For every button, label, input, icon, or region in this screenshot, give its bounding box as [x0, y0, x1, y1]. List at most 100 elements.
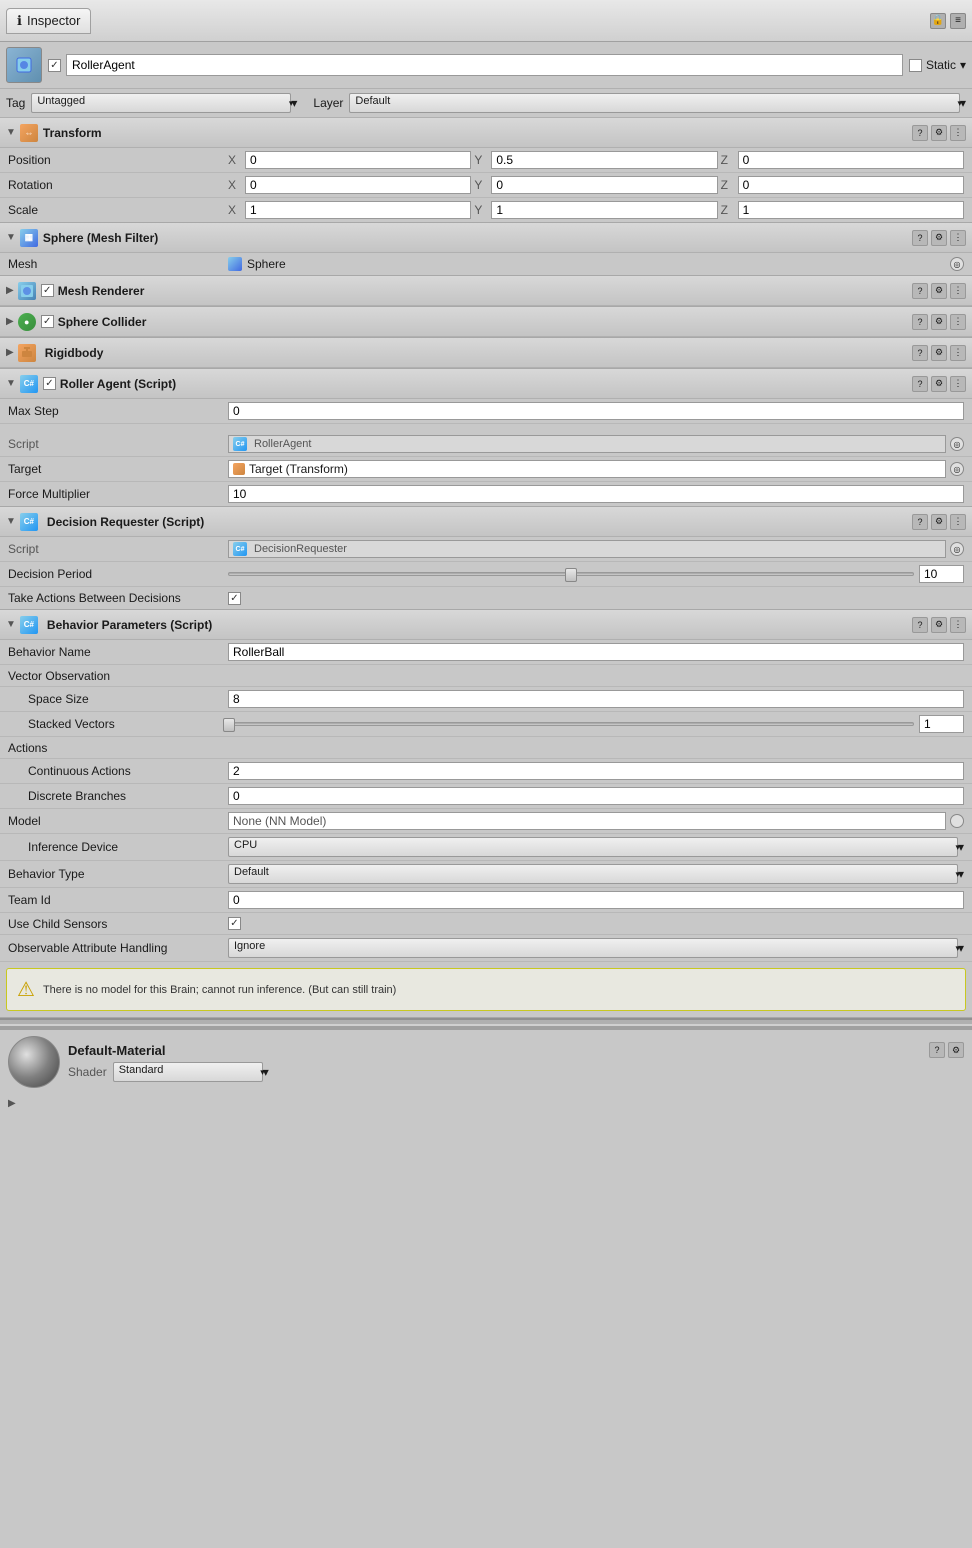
- behavior-name-input[interactable]: [228, 643, 964, 661]
- mesh-filter-menu-icon[interactable]: ⋮: [950, 230, 966, 246]
- script-ref-circle[interactable]: ◎: [950, 437, 964, 451]
- behavior-params-title: Behavior Parameters (Script): [47, 618, 912, 632]
- decision-requester-header[interactable]: ▼ C# Decision Requester (Script) ? ⚙ ⋮: [0, 507, 972, 537]
- mesh-renderer-help-icon[interactable]: ?: [912, 283, 928, 299]
- rot-z-input[interactable]: [738, 176, 964, 194]
- behavior-params-menu-icon[interactable]: ⋮: [950, 617, 966, 633]
- pos-x-input[interactable]: [245, 151, 471, 169]
- mesh-renderer-header-icons: ? ⚙ ⋮: [912, 283, 966, 299]
- decision-requester-settings-icon[interactable]: ⚙: [931, 514, 947, 530]
- sphere-collider-help-icon[interactable]: ?: [912, 314, 928, 330]
- discrete-branches-input[interactable]: [228, 787, 964, 805]
- take-actions-checkbox[interactable]: [228, 592, 241, 605]
- team-id-value: [228, 891, 964, 909]
- rot-y-input[interactable]: [491, 176, 717, 194]
- mesh-filter-settings-icon[interactable]: ⚙: [931, 230, 947, 246]
- use-child-sensors-checkbox[interactable]: [228, 917, 241, 930]
- gameobject-name-input[interactable]: [66, 54, 903, 76]
- material-header-icons: ? ⚙: [929, 1042, 964, 1058]
- roller-agent-menu-icon[interactable]: ⋮: [950, 376, 966, 392]
- space-size-label: Space Size: [8, 692, 228, 706]
- transform-help-icon[interactable]: ?: [912, 125, 928, 141]
- behavior-params-help-icon[interactable]: ?: [912, 617, 928, 633]
- tag-value: Untagged: [37, 95, 85, 107]
- scl-z-input[interactable]: [738, 201, 964, 219]
- roller-agent-enable-checkbox[interactable]: [43, 377, 56, 390]
- decision-requester-menu-icon[interactable]: ⋮: [950, 514, 966, 530]
- team-id-input[interactable]: [228, 891, 964, 909]
- scl-y-input[interactable]: [491, 201, 717, 219]
- model-ref-circle[interactable]: [950, 814, 964, 828]
- material-expand-arrow[interactable]: ▶: [8, 1098, 16, 1109]
- rot-y-label: Y: [474, 178, 488, 192]
- mesh-ref-circle[interactable]: ◎: [950, 257, 964, 271]
- pos-z-input[interactable]: [738, 151, 964, 169]
- target-ref-circle[interactable]: ◎: [950, 462, 964, 476]
- space-size-input[interactable]: [228, 690, 964, 708]
- lock-icon[interactable]: 🔒: [930, 13, 946, 29]
- decision-period-slider-thumb[interactable]: [565, 568, 577, 582]
- roller-agent-collapse-arrow: ▼: [6, 378, 16, 389]
- observable-attr-select[interactable]: Ignore: [228, 938, 958, 958]
- rigidbody-header[interactable]: ▶ Rigidbody ? ⚙ ⋮: [0, 338, 972, 368]
- static-dropdown-arrow[interactable]: ▾: [960, 58, 966, 72]
- tag-select[interactable]: Untagged: [31, 93, 291, 113]
- sphere-collider-header[interactable]: ▶ ● Sphere Collider ? ⚙ ⋮: [0, 307, 972, 337]
- force-multiplier-input[interactable]: [228, 485, 964, 503]
- stacked-vectors-value-input[interactable]: [919, 715, 964, 733]
- decision-script-ref-circle[interactable]: ◎: [950, 542, 964, 556]
- rigidbody-collapse-arrow: ▶: [6, 347, 14, 358]
- mesh-filter-header[interactable]: ▼ ▦ Sphere (Mesh Filter) ? ⚙ ⋮: [0, 223, 972, 253]
- material-preview-ball: [8, 1036, 60, 1088]
- force-multiplier-value: [228, 485, 964, 503]
- stacked-vectors-slider-thumb[interactable]: [223, 718, 235, 732]
- max-step-label: Max Step: [8, 404, 228, 418]
- behavior-params-settings-icon[interactable]: ⚙: [931, 617, 947, 633]
- mesh-renderer-menu-icon[interactable]: ⋮: [950, 283, 966, 299]
- observable-attr-row: Observable Attribute Handling Ignore ▾: [0, 935, 972, 962]
- roller-agent-help-icon[interactable]: ?: [912, 376, 928, 392]
- layer-select[interactable]: Default: [349, 93, 960, 113]
- rigidbody-menu-icon[interactable]: ⋮: [950, 345, 966, 361]
- mesh-renderer-enable-checkbox[interactable]: [41, 284, 54, 297]
- decision-period-value-input[interactable]: [919, 565, 964, 583]
- transform-settings-icon[interactable]: ⚙: [931, 125, 947, 141]
- transform-icon: ⇔: [20, 124, 38, 142]
- scl-x-input[interactable]: [245, 201, 471, 219]
- mesh-renderer-header[interactable]: ▶ Mesh Renderer ? ⚙ ⋮: [0, 276, 972, 306]
- sphere-collider-settings-icon[interactable]: ⚙: [931, 314, 947, 330]
- stacked-vectors-slider-track[interactable]: [228, 722, 914, 726]
- roller-agent-header[interactable]: ▼ C# Roller Agent (Script) ? ⚙ ⋮: [0, 369, 972, 399]
- gameobject-active-checkbox[interactable]: [48, 59, 61, 72]
- menu-icon[interactable]: ≡: [950, 13, 966, 29]
- behavior-params-header[interactable]: ▼ C# Behavior Parameters (Script) ? ⚙ ⋮: [0, 610, 972, 640]
- material-help-icon[interactable]: ?: [929, 1042, 945, 1058]
- max-step-input[interactable]: [228, 402, 964, 420]
- roller-agent-settings-icon[interactable]: ⚙: [931, 376, 947, 392]
- sphere-collider-menu-icon[interactable]: ⋮: [950, 314, 966, 330]
- decision-requester-help-icon[interactable]: ?: [912, 514, 928, 530]
- shader-select[interactable]: Standard: [113, 1062, 263, 1082]
- mesh-filter-help-icon[interactable]: ?: [912, 230, 928, 246]
- material-settings-icon[interactable]: ⚙: [948, 1042, 964, 1058]
- rigidbody-settings-icon[interactable]: ⚙: [931, 345, 947, 361]
- transform-menu-icon[interactable]: ⋮: [950, 125, 966, 141]
- position-label: Position: [8, 153, 228, 167]
- behavior-type-select[interactable]: Default: [228, 864, 958, 884]
- material-info: Default-Material ? ⚙ Shader Standard ▾: [68, 1042, 964, 1082]
- mesh-renderer-settings-icon[interactable]: ⚙: [931, 283, 947, 299]
- mesh-renderer-collapse-arrow: ▶: [6, 285, 14, 296]
- inference-device-select[interactable]: CPU: [228, 837, 958, 857]
- inspector-tab[interactable]: ℹ Inspector: [6, 8, 91, 34]
- sphere-collider-enable-checkbox[interactable]: [41, 315, 54, 328]
- rot-x-input[interactable]: [245, 176, 471, 194]
- static-checkbox[interactable]: [909, 59, 922, 72]
- decision-requester-title: Decision Requester (Script): [47, 515, 912, 529]
- transform-header[interactable]: ▼ ⇔ Transform ? ⚙ ⋮: [0, 118, 972, 148]
- decision-period-slider-track[interactable]: [228, 572, 914, 576]
- pos-y-input[interactable]: [491, 151, 717, 169]
- scale-row: Scale X Y Z: [0, 198, 972, 222]
- actions-label: Actions: [8, 741, 228, 755]
- rigidbody-help-icon[interactable]: ?: [912, 345, 928, 361]
- continuous-actions-input[interactable]: [228, 762, 964, 780]
